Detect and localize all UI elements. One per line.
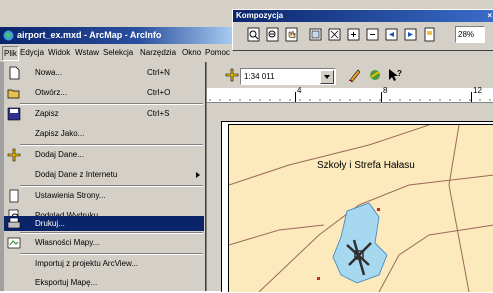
menu-pomoc[interactable]: Pomoc xyxy=(205,45,230,61)
go-forward-extent-icon[interactable] xyxy=(403,27,418,42)
menu-item-label: Drukuj... xyxy=(35,219,65,228)
menu-item-label: Ustawienia Strony... xyxy=(35,191,106,200)
arctoolbox-icon[interactable] xyxy=(367,67,383,83)
menu-wstaw[interactable]: Wstaw xyxy=(75,45,99,61)
menu-item-label: Importuj z projektu ArcView... xyxy=(35,259,139,268)
menu-item-label: Zapisz Jako... xyxy=(35,129,85,138)
zoom-percent-value: 28% xyxy=(458,30,475,39)
menu-item-map-properties[interactable]: Własności Mapy... xyxy=(4,233,204,253)
menu-item-print[interactable]: Drukuj... xyxy=(4,216,204,231)
menu-widok[interactable]: Widok xyxy=(48,45,70,61)
add-data-icon[interactable] xyxy=(224,67,240,83)
zoom-percent-combo[interactable]: 28% xyxy=(455,26,485,43)
go-back-extent-icon[interactable] xyxy=(384,27,399,42)
map-features: · xyxy=(229,125,493,292)
horizontal-ruler: 4 8 12 xyxy=(205,86,493,103)
save-disk-icon xyxy=(7,107,21,121)
menu-item-label: Dodaj Dane z Internetu xyxy=(35,170,118,179)
kompozycja-title: Kompozycja xyxy=(236,11,284,20)
ruler-label: 8 xyxy=(383,86,388,95)
menu-item-shortcut: Ctrl+S xyxy=(147,109,170,118)
printer-icon xyxy=(7,217,21,229)
kompozycja-close-button[interactable]: × xyxy=(487,10,492,22)
menu-item-add-data[interactable]: Dodaj Dane... xyxy=(4,145,204,165)
zoom-in-page-icon[interactable] xyxy=(247,27,262,42)
page-setup-icon xyxy=(9,189,19,203)
new-document-icon xyxy=(9,66,20,80)
kompozycja-title-bar[interactable]: Kompozycja × xyxy=(233,10,493,22)
zoom-whole-page-icon[interactable] xyxy=(308,27,323,42)
map-properties-icon xyxy=(7,237,21,249)
page-layout-icon[interactable] xyxy=(422,27,437,42)
editor-pencil-icon[interactable] xyxy=(347,67,363,83)
menu-item-label: Eksportuj Mapę... xyxy=(35,278,98,287)
menu-item-add-data-internet[interactable]: Dodaj Dane z Internetu xyxy=(4,165,204,185)
map-scale-value: 1:34 011 xyxy=(244,72,275,81)
menu-item-shortcut: Ctrl+N xyxy=(147,68,170,77)
zoom-out-page-icon[interactable] xyxy=(266,27,281,42)
fixed-zoom-in-icon[interactable] xyxy=(346,27,361,42)
arcmap-globe-icon xyxy=(3,30,14,41)
open-folder-icon xyxy=(7,89,20,99)
whats-this-help-icon[interactable]: ? xyxy=(387,67,403,83)
menu-item-open[interactable]: Otwórz... Ctrl+O xyxy=(4,83,204,103)
menu-item-save[interactable]: Zapisz Ctrl+S xyxy=(4,104,204,124)
menu-narzedzia[interactable]: Narzędzia xyxy=(140,45,176,61)
window-title: airport_ex.mxd - ArcMap - ArcInfo xyxy=(17,30,162,40)
menu-okno[interactable]: Okno xyxy=(182,45,201,61)
title-bar[interactable]: airport_ex.mxd - ArcMap - ArcInfo xyxy=(0,27,232,44)
menu-item-label: Zapisz xyxy=(35,109,59,118)
kompozycja-toolbar: Kompozycja × 28% xyxy=(232,9,493,51)
svg-text:·: · xyxy=(383,210,384,214)
menu-plik[interactable]: Plik xyxy=(2,46,19,61)
menu-item-shortcut: Ctrl+O xyxy=(147,88,171,97)
menu-item-label: Otwórz... xyxy=(35,88,68,97)
fixed-zoom-out-icon[interactable] xyxy=(365,27,380,42)
map-data-frame[interactable]: · xyxy=(228,124,493,292)
chevron-down-icon xyxy=(324,75,330,79)
menu-item-new[interactable]: Nowa... Ctrl+N xyxy=(4,63,204,83)
pan-page-icon[interactable] xyxy=(285,27,300,42)
menu-item-page-setup[interactable]: Ustawienia Strony... xyxy=(4,186,204,206)
menu-edycja[interactable]: Edycja xyxy=(20,45,44,61)
menu-item-label: Nowa... xyxy=(35,68,63,77)
menu-item-label: Dodaj Dane... xyxy=(35,150,84,159)
menu-item-export-map[interactable]: Eksportuj Mapę... xyxy=(4,273,204,293)
menu-selekcja[interactable]: Selekcja xyxy=(103,45,133,61)
map-title: Szkoły i Strefa Hałasu xyxy=(317,160,415,171)
zoom-100-icon[interactable] xyxy=(327,27,342,42)
ruler-label: 12 xyxy=(473,86,482,95)
menu-item-save-as[interactable]: Zapisz Jako... xyxy=(4,124,204,144)
map-scale-combo[interactable]: 1:34 011 xyxy=(240,68,336,85)
add-data-icon xyxy=(7,148,21,162)
scale-dropdown-button[interactable] xyxy=(320,70,334,84)
ruler-dots xyxy=(205,99,493,101)
submenu-arrow-icon xyxy=(196,172,200,178)
ruler-label: 4 xyxy=(297,86,302,95)
svg-text:?: ? xyxy=(397,69,402,78)
menu-item-import-arcview[interactable]: Importuj z projektu ArcView... xyxy=(4,254,204,274)
menu-item-label: Własności Mapy... xyxy=(35,238,100,247)
